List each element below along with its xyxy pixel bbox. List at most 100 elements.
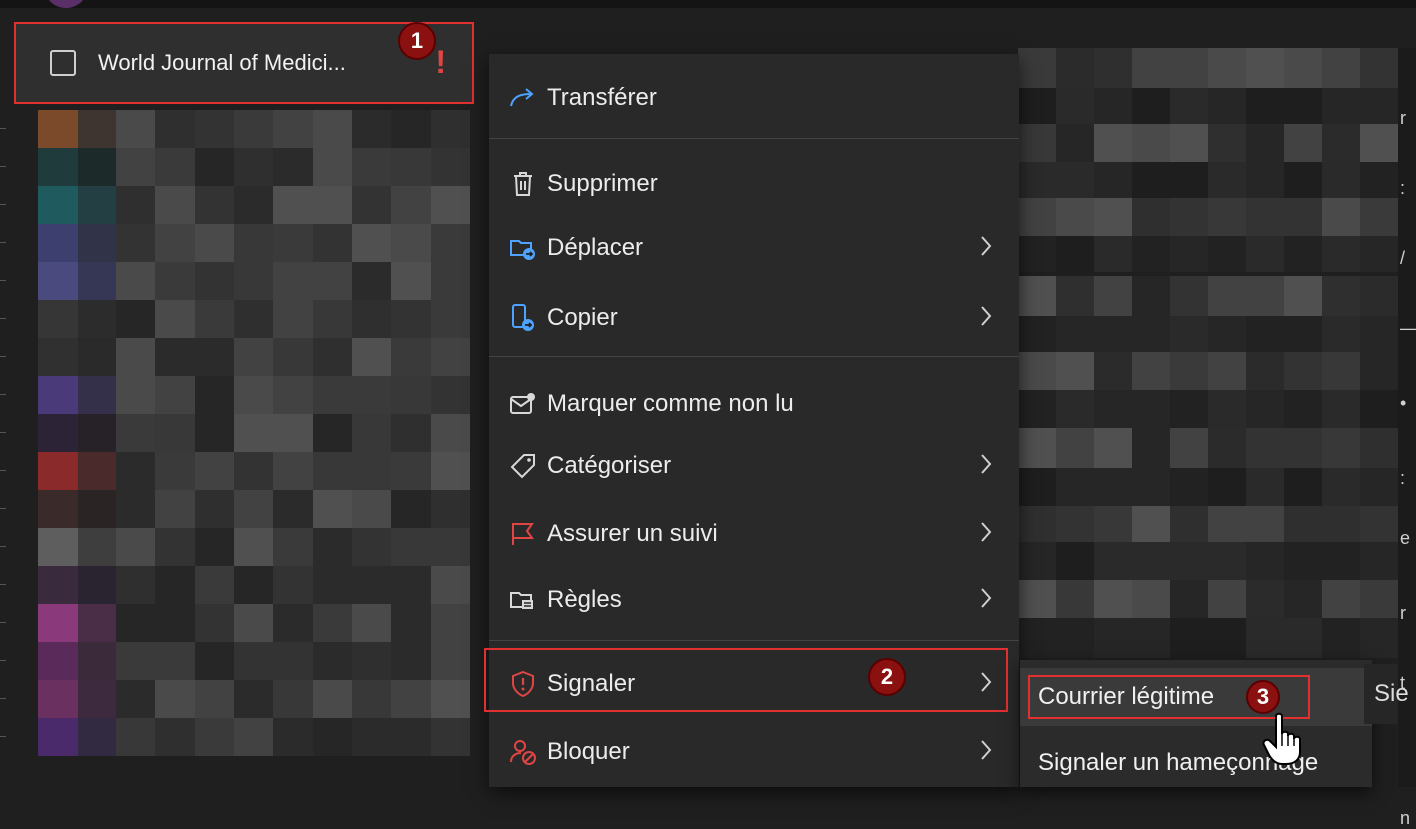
list-tick — [0, 166, 6, 167]
list-item-blurred[interactable] — [38, 224, 470, 262]
list-item-blurred[interactable] — [38, 110, 470, 148]
move-folder-icon — [509, 234, 537, 262]
menu-label: Supprimer — [547, 170, 658, 197]
list-tick — [0, 736, 6, 737]
list-item-blurred[interactable] — [38, 414, 470, 452]
sender-name: World Journal of Medici... — [98, 50, 346, 75]
menu-separator — [489, 640, 1019, 641]
list-item-blurred[interactable] — [38, 642, 470, 680]
step-badge-3: 3 — [1246, 680, 1280, 714]
chevron-right-icon — [979, 520, 993, 549]
list-tick — [0, 622, 6, 623]
submenu-item-report-phishing[interactable]: Signaler un hameçonnage — [1020, 734, 1372, 792]
reading-pane-band — [1018, 276, 1398, 316]
list-tick — [0, 394, 6, 395]
menu-item-move[interactable]: Déplacer — [489, 220, 1019, 276]
menu-label: Marquer comme non lu — [547, 390, 794, 417]
report-highlight-box — [484, 648, 1008, 712]
list-tick — [0, 470, 6, 471]
flag-icon — [509, 520, 537, 548]
menu-label: Assurer un suivi — [547, 520, 718, 547]
menu-item-mark-unread[interactable]: Marquer comme non lu — [489, 376, 1019, 432]
list-item-blurred[interactable] — [38, 718, 470, 756]
list-item-blurred[interactable] — [38, 376, 470, 414]
step-badge-2: 2 — [868, 658, 906, 696]
list-tick — [0, 128, 6, 129]
reading-pane-band — [1018, 506, 1398, 542]
menu-item-rules[interactable]: Règles — [489, 572, 1019, 628]
menu-label: Transférer — [547, 84, 657, 111]
list-tick — [0, 280, 6, 281]
reading-pane-band — [1018, 124, 1398, 162]
menu-item-forward[interactable]: Transférer — [489, 70, 1019, 126]
list-item-blurred[interactable] — [38, 604, 470, 642]
list-item-blurred[interactable] — [38, 300, 470, 338]
list-tick — [0, 204, 6, 205]
list-item-blurred[interactable] — [38, 528, 470, 566]
list-tick — [0, 432, 6, 433]
reading-pane-edge: r:/ —•: ert n — [1398, 48, 1416, 828]
peek-text: Sie — [1374, 680, 1409, 707]
list-tick — [0, 242, 6, 243]
menu-separator — [489, 356, 1019, 357]
mark-unread-icon — [509, 390, 537, 418]
menu-label: Déplacer — [547, 234, 644, 261]
reading-pane-band — [1018, 48, 1398, 88]
reading-pane-band — [1018, 352, 1398, 390]
list-tick — [0, 546, 6, 547]
tag-icon — [509, 452, 537, 480]
reading-pane-band — [1018, 542, 1398, 580]
list-item-blurred[interactable] — [38, 680, 470, 718]
list-tick — [0, 508, 6, 509]
menu-item-copy[interactable]: Copier — [489, 290, 1019, 346]
select-checkbox[interactable] — [50, 50, 76, 76]
important-icon: ! — [435, 44, 446, 80]
reading-pane-band — [1018, 198, 1398, 236]
reading-pane-band — [1018, 390, 1398, 428]
chevron-right-icon — [979, 304, 993, 333]
reading-pane-band — [1018, 236, 1398, 272]
list-tick — [0, 318, 6, 319]
list-tick — [0, 660, 6, 661]
hand-cursor-icon — [1262, 712, 1308, 771]
copy-icon — [509, 304, 537, 332]
step-badge-1: 1 — [398, 22, 436, 60]
menu-separator — [489, 138, 1019, 139]
chevron-right-icon — [979, 234, 993, 263]
chevron-right-icon — [979, 586, 993, 615]
list-item-blurred[interactable] — [38, 262, 470, 300]
chevron-right-icon — [979, 452, 993, 481]
reading-pane-band — [1018, 428, 1398, 468]
menu-item-follow-up[interactable]: Assurer un suivi — [489, 506, 1019, 562]
forward-icon — [509, 84, 537, 112]
reading-pane-blurred — [1018, 48, 1398, 658]
menu-label: Catégoriser — [547, 452, 672, 479]
list-item-blurred[interactable] — [38, 452, 470, 490]
reading-pane-band — [1018, 162, 1398, 198]
list-tick — [0, 698, 6, 699]
list-item-blurred[interactable] — [38, 148, 470, 186]
trash-icon — [509, 170, 537, 198]
block-user-icon — [509, 738, 537, 766]
list-item-blurred[interactable] — [38, 186, 470, 224]
menu-label: Copier — [547, 304, 618, 331]
reading-pane-band — [1018, 468, 1398, 506]
list-item-blurred[interactable] — [38, 338, 470, 376]
reading-pane-band — [1018, 580, 1398, 620]
menu-item-delete[interactable]: Supprimer — [489, 156, 1019, 212]
rules-folder-icon — [509, 586, 537, 614]
reading-pane-band — [1018, 316, 1398, 352]
message-list[interactable] — [0, 110, 470, 787]
list-item-blurred[interactable] — [38, 490, 470, 528]
menu-item-categorize[interactable]: Catégoriser — [489, 438, 1019, 494]
peek-panel: Sie — [1364, 664, 1409, 724]
menu-label: Règles — [547, 586, 622, 613]
menu-item-block[interactable]: Bloquer — [489, 724, 1019, 780]
list-item-blurred[interactable] — [38, 566, 470, 604]
reading-pane-band — [1018, 618, 1398, 658]
reading-pane-band — [1018, 88, 1398, 124]
list-tick — [0, 584, 6, 585]
top-strip — [0, 0, 1416, 8]
list-tick — [0, 356, 6, 357]
chevron-right-icon — [979, 738, 993, 767]
